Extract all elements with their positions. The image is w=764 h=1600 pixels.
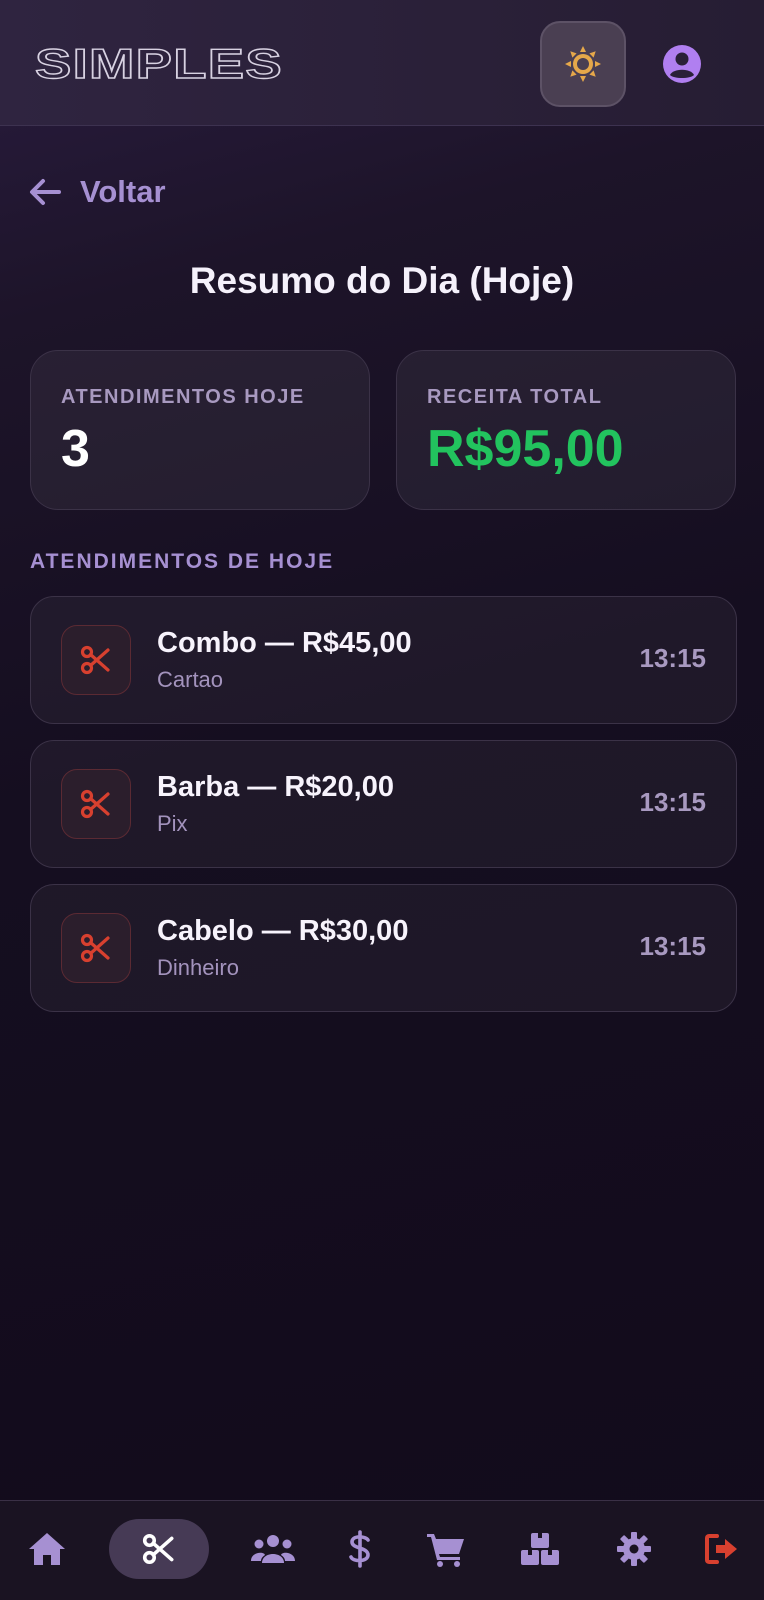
sun-icon bbox=[565, 46, 601, 82]
appointment-title: Combo — R$45,00 bbox=[157, 627, 412, 659]
stat-card-revenue: RECEITA TOTAL R$95,00 bbox=[396, 350, 736, 510]
bottom-nav bbox=[0, 1500, 764, 1600]
arrow-left-icon bbox=[30, 179, 61, 205]
nav-clients[interactable] bbox=[248, 1519, 298, 1579]
appointment-title: Cabelo — R$30,00 bbox=[157, 915, 409, 947]
appointment-payment: Cartao bbox=[157, 667, 224, 692]
nav-home[interactable] bbox=[20, 1519, 74, 1579]
nav-finance[interactable] bbox=[340, 1519, 380, 1579]
appointment-time: 13:15 bbox=[639, 787, 707, 817]
nav-logout[interactable] bbox=[700, 1519, 744, 1579]
scissors-icon bbox=[61, 625, 131, 695]
list-item[interactable]: Combo — R$45,00 Cartao 13:15 bbox=[30, 596, 737, 724]
appointment-time: 13:15 bbox=[639, 643, 707, 673]
boxes-icon bbox=[521, 1533, 559, 1565]
list-item[interactable]: Barba — R$20,00 Pix 13:15 bbox=[30, 740, 737, 868]
back-link[interactable]: Voltar bbox=[28, 172, 166, 212]
theme-toggle-button[interactable] bbox=[540, 21, 626, 107]
back-label: Voltar bbox=[80, 174, 166, 209]
scissors-icon bbox=[61, 913, 131, 983]
app-logo: SIMPLES bbox=[34, 44, 286, 84]
profile-button[interactable] bbox=[660, 42, 704, 86]
users-icon bbox=[251, 1535, 295, 1563]
page-title: Resumo do Dia (Hoje) bbox=[189, 260, 575, 301]
nav-stock[interactable] bbox=[518, 1519, 562, 1579]
logout-icon bbox=[705, 1534, 737, 1564]
nav-cart[interactable] bbox=[424, 1519, 468, 1579]
nav-settings[interactable] bbox=[612, 1519, 656, 1579]
scissors-icon bbox=[61, 769, 131, 839]
appointment-payment: Dinheiro bbox=[157, 955, 239, 980]
logo-wordmark: SIMPLES bbox=[34, 44, 283, 84]
logo-text: SIMPLES bbox=[35, 44, 283, 84]
stat-value: 3 bbox=[61, 420, 90, 478]
stat-label: ATENDIMENTOS HOJE bbox=[61, 386, 305, 408]
list-item[interactable]: Cabelo — R$30,00 Dinheiro 13:15 bbox=[30, 884, 737, 1012]
app-header: SIMPLES bbox=[0, 0, 764, 126]
nav-services[interactable] bbox=[109, 1519, 209, 1579]
stat-value: R$95,00 bbox=[427, 420, 624, 478]
home-icon bbox=[29, 1533, 65, 1565]
stat-label: RECEITA TOTAL bbox=[427, 386, 603, 408]
appointments-list: Combo — R$45,00 Cartao 13:15 Barba — R$2… bbox=[30, 596, 737, 1028]
scissors-icon bbox=[142, 1533, 174, 1565]
dollar-icon bbox=[349, 1530, 370, 1568]
appointment-title: Barba — R$20,00 bbox=[157, 771, 394, 803]
gear-icon bbox=[617, 1532, 651, 1566]
appointment-time: 13:15 bbox=[639, 931, 707, 961]
user-circle-icon bbox=[663, 45, 701, 83]
section-heading: ATENDIMENTOS DE HOJE bbox=[30, 550, 335, 573]
stat-card-appointments: ATENDIMENTOS HOJE 3 bbox=[30, 350, 370, 510]
cart-icon bbox=[427, 1534, 464, 1567]
appointment-payment: Pix bbox=[157, 811, 188, 836]
